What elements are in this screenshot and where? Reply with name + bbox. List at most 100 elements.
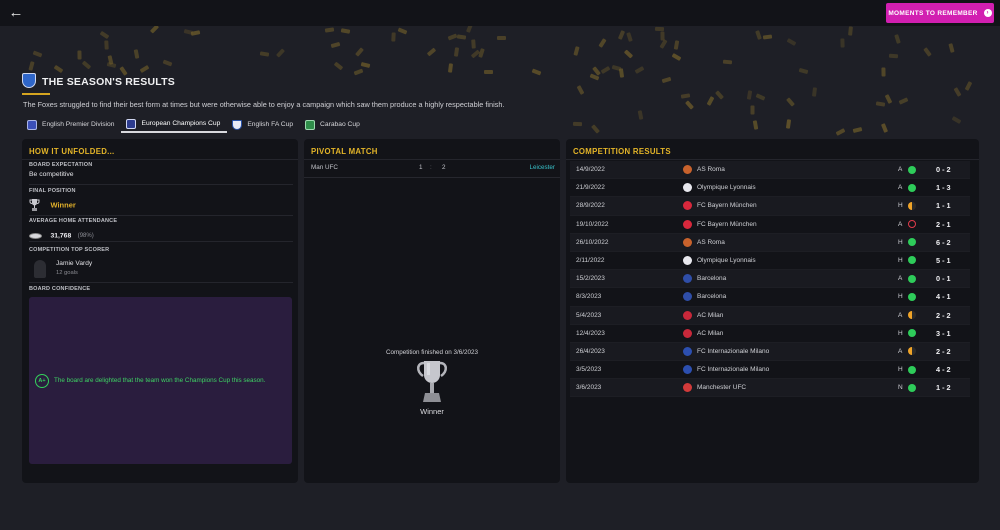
top-scorer-name[interactable]: Jamie Vardy xyxy=(56,260,92,267)
match-score[interactable]: 2 - 2 xyxy=(936,347,951,356)
opponent-name[interactable]: Manchester UFC xyxy=(697,384,746,391)
trophy-icon xyxy=(29,198,40,211)
home-team[interactable]: Man UFC xyxy=(311,164,338,171)
tab-label: Carabao Cup xyxy=(320,121,360,128)
result-row[interactable]: 21/9/2022 Olympique Lyonnais A 1 - 3 xyxy=(570,179,970,198)
match-date: 2/11/2022 xyxy=(576,256,605,264)
opponent-name[interactable]: FC Internazionale Milano xyxy=(697,366,769,373)
match-score[interactable]: 0 - 2 xyxy=(936,165,951,174)
result-outcome-icon xyxy=(908,256,916,265)
match-score[interactable]: 2 - 1 xyxy=(936,220,951,229)
confetti-piece xyxy=(531,68,542,76)
match-score[interactable]: 4 - 1 xyxy=(936,292,951,301)
result-row[interactable]: 19/10/2022 FC Bayern München A 2 - 1 xyxy=(570,216,970,234)
confetti-piece xyxy=(847,26,853,36)
away-team[interactable]: Leicester xyxy=(529,164,555,171)
confetti-piece xyxy=(618,68,624,79)
result-row[interactable]: 28/9/2022 FC Bayern München H 1 - 1 xyxy=(570,197,970,216)
result-outcome-icon xyxy=(908,238,916,247)
result-row[interactable]: 5/4/2023 AC Milan A 2 - 2 xyxy=(570,306,970,325)
confetti-piece xyxy=(100,31,110,40)
confetti-piece xyxy=(894,34,901,44)
title-underline xyxy=(22,93,50,95)
opponent-name[interactable]: AC Milan xyxy=(697,312,723,319)
confetti-piece xyxy=(922,47,932,57)
match-score[interactable]: 1 - 1 xyxy=(936,201,951,210)
result-row[interactable]: 12/4/2023 AC Milan H 3 - 1 xyxy=(570,325,970,343)
match-score[interactable]: 6 - 2 xyxy=(936,238,951,247)
confetti-piece xyxy=(951,115,962,124)
match-score[interactable]: 4 - 2 xyxy=(936,365,951,374)
pivotal-match-row[interactable]: Man UFC 1 : 2 Leicester xyxy=(311,164,555,176)
result-outcome-icon xyxy=(908,165,916,174)
opponent-name[interactable]: FC Bayern München xyxy=(697,202,757,209)
board-expectation: BOARD EXPECTATION Be competitive xyxy=(29,162,293,185)
venue: H xyxy=(898,238,903,246)
opponent-name[interactable]: Barcelona xyxy=(697,293,726,300)
opponent-name[interactable]: FC Internazionale Milano xyxy=(697,348,769,355)
result-outcome-icon xyxy=(908,201,916,210)
confetti-piece xyxy=(852,126,862,133)
confetti-piece xyxy=(750,105,755,115)
moments-to-remember-button[interactable]: MOMENTS TO REMEMBER › xyxy=(886,3,994,23)
result-row[interactable]: 3/5/2023 FC Internazionale Milano H 4 - 2 xyxy=(570,361,970,380)
match-score[interactable]: 1 - 3 xyxy=(936,183,951,192)
result-row[interactable]: 26/10/2022 AS Roma H 6 - 2 xyxy=(570,233,970,252)
opponent-name[interactable]: AS Roma xyxy=(697,239,725,246)
confetti-piece xyxy=(623,49,634,59)
result-row[interactable]: 2/11/2022 Olympique Lyonnais H 5 - 1 xyxy=(570,252,970,271)
opponent-name[interactable]: Barcelona xyxy=(697,275,726,282)
confetti-piece xyxy=(654,26,664,32)
confetti-piece xyxy=(454,47,460,58)
confetti-piece xyxy=(722,59,733,64)
top-bar: ← MOMENTS TO REMEMBER › xyxy=(0,0,1000,26)
confetti-piece xyxy=(53,64,64,73)
board-confidence-label: BOARD CONFIDENCE xyxy=(29,286,91,292)
result-row[interactable]: 14/9/2022 AS Roma A 0 - 2 xyxy=(570,161,970,180)
divider xyxy=(566,159,979,160)
stadium-icon xyxy=(29,232,42,239)
panel-title: HOW IT UNFOLDED... xyxy=(29,147,115,156)
tab-carabao-cup[interactable]: Carabao Cup xyxy=(300,116,367,133)
confetti-piece xyxy=(81,60,92,70)
tab-english-fa-cup[interactable]: English FA Cup xyxy=(227,116,300,133)
club-crest-icon xyxy=(22,73,36,88)
match-date: 14/9/2022 xyxy=(576,166,605,173)
tab-label: European Champions Cup xyxy=(141,120,221,127)
chevron-right-icon: › xyxy=(983,9,992,17)
match-date: 5/4/2023 xyxy=(576,311,602,319)
back-arrow-icon[interactable]: ← xyxy=(8,5,24,21)
venue: H xyxy=(898,329,903,337)
opponent-name[interactable]: AS Roma xyxy=(697,166,725,173)
confetti-piece xyxy=(661,77,672,84)
opponent-name[interactable]: Olympique Lyonnais xyxy=(697,257,756,264)
result-outcome-icon xyxy=(908,274,916,283)
competition-results-panel: COMPETITION RESULTS 14/9/2022 AS Roma A 0 -… xyxy=(566,139,979,483)
result-row[interactable]: 8/3/2023 Barcelona H 4 - 1 xyxy=(570,288,970,307)
confetti-piece xyxy=(119,66,128,77)
match-score[interactable]: 3 - 1 xyxy=(936,329,951,338)
confetti-piece xyxy=(353,68,364,76)
result-outcome-icon xyxy=(908,311,916,319)
confetti-piece xyxy=(715,90,725,100)
result-row[interactable]: 26/4/2023 FC Internazionale Milano A 2 - 2 xyxy=(570,342,970,362)
confetti-piece xyxy=(465,26,473,34)
opponent-name[interactable]: AC Milan xyxy=(697,330,723,337)
tab-european-champions-cup[interactable]: European Champions Cup xyxy=(121,116,228,133)
match-score[interactable]: 0 - 1 xyxy=(936,274,951,283)
confetti-piece xyxy=(276,48,286,58)
confetti-piece xyxy=(391,32,396,43)
result-row[interactable]: 3/6/2023 Manchester UFC N 1 - 2 xyxy=(570,379,970,398)
match-score[interactable]: 2 - 2 xyxy=(936,311,951,320)
match-date: 3/6/2023 xyxy=(576,384,602,392)
epl-logo-icon xyxy=(27,119,37,130)
match-score[interactable]: 1 - 2 xyxy=(936,383,951,392)
opponent-name[interactable]: Olympique Lyonnais xyxy=(697,184,756,191)
match-score[interactable]: 5 - 1 xyxy=(936,256,951,265)
competition-top-scorer[interactable]: COMPETITION TOP SCORER Jamie Vardy 12 go… xyxy=(29,247,293,283)
confetti-piece xyxy=(325,27,335,33)
opponent-name[interactable]: FC Bayern München xyxy=(697,221,757,228)
result-row[interactable]: 15/2/2023 Barcelona A 0 - 1 xyxy=(570,270,970,289)
confetti-piece xyxy=(659,39,668,50)
tab-english-premier-division[interactable]: English Premier Division xyxy=(22,116,121,133)
